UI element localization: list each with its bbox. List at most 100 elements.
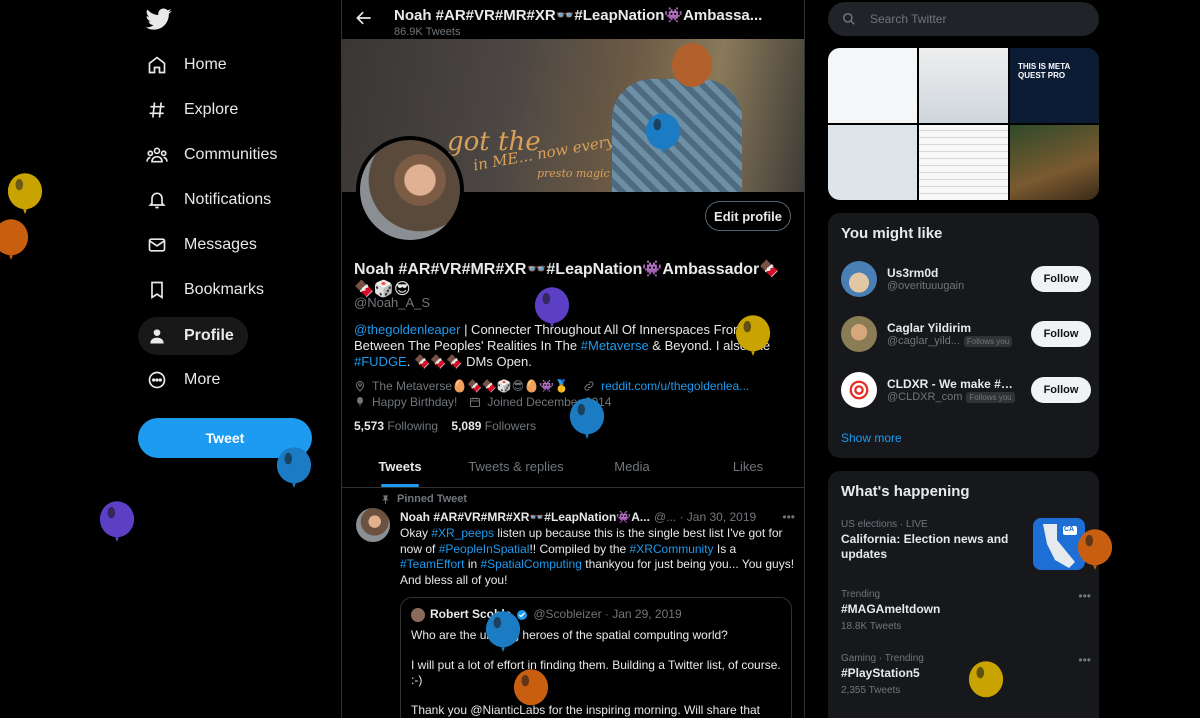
profile-header-bar: Noah #AR#VR#MR#XR👓#LeapNation👾Ambassa...… <box>342 0 804 40</box>
suggestion-name: Us3rm0d <box>887 266 939 280</box>
tweet-hashtag-link[interactable]: #TeamEffort <box>400 557 464 571</box>
suggestion-avatar <box>841 316 877 352</box>
nav-communities-label: Communities <box>184 146 278 163</box>
trend-count: 2,355 Tweets <box>841 685 901 696</box>
balloon-icon <box>276 447 312 489</box>
trend-title: California: Election news and updates <box>841 532 1009 561</box>
tweet-text-part: Okay <box>400 526 432 540</box>
profile-url-link[interactable]: reddit.com/u/thegoldenlea... <box>601 379 749 393</box>
follows-you-badge: Follows you <box>966 391 1015 403</box>
following-count: 5,573 <box>354 419 385 433</box>
media-thumb[interactable] <box>1010 125 1099 200</box>
nav-communities[interactable]: Communities <box>138 136 291 174</box>
media-thumb[interactable] <box>919 48 1008 123</box>
profile-meta-row-1: The Metaverse🥚🍫🍫🎲😎🥚👾🥇 reddit.com/u/thego… <box>354 379 749 393</box>
profile-media-grid[interactable]: THIS IS META QUEST PRO <box>828 48 1099 200</box>
trend-more-icon[interactable]: ••• <box>1078 589 1091 603</box>
nav-messages-label: Messages <box>184 236 257 253</box>
bio-mention-link[interactable]: @thegoldenleaper <box>354 322 460 337</box>
suggestion-item[interactable]: Us3rm0d @overituuugain Follow <box>841 259 1091 299</box>
trend-count: 18.8K Tweets <box>841 621 902 632</box>
tab-media[interactable]: Media <box>574 446 690 487</box>
banner-person-head <box>672 43 712 87</box>
tweet-header: Noah #AR#VR#MR#XR👓#LeapNation👾A... @... … <box>400 510 795 524</box>
suggestion-avatar <box>841 372 877 408</box>
following-label: Following <box>387 419 439 433</box>
balloon-icon <box>1077 529 1113 571</box>
nav-home[interactable]: Home <box>138 46 241 84</box>
pinned-label-row: Pinned Tweet <box>380 493 467 505</box>
more-circle-icon <box>146 369 168 391</box>
balloon-icon <box>7 173 43 215</box>
bio-text: . 🍫🍫🍫 DMs Open. <box>406 354 532 369</box>
media-thumb[interactable] <box>828 48 917 123</box>
balloon-icon <box>513 669 549 706</box>
profile-avatar[interactable] <box>356 136 464 244</box>
nav-explore[interactable]: Explore <box>138 91 252 129</box>
follow-button[interactable]: Follow <box>1031 321 1091 347</box>
pinned-label: Pinned Tweet <box>397 493 468 505</box>
back-arrow-icon[interactable] <box>354 8 374 28</box>
balloon-icon <box>569 398 605 440</box>
nav-more-label: More <box>184 371 221 388</box>
nav-home-label: Home <box>184 56 227 73</box>
calendar-icon <box>470 397 481 407</box>
tweet-text-part: in <box>464 557 481 571</box>
balloon-icon <box>485 611 521 653</box>
header-title: Noah #AR#VR#MR#XR👓#LeapNation👾Ambassa... <box>394 7 763 24</box>
whats-happening-title: What's happening <box>841 483 970 500</box>
banner-text-3: presto magic <box>537 167 610 180</box>
tweet-more-icon[interactable]: ••• <box>782 510 795 524</box>
trend-more-icon[interactable]: ••• <box>1078 653 1091 667</box>
twitter-logo-icon[interactable] <box>146 6 172 32</box>
suggestion-item[interactable]: Caglar Yildirim @caglar_yild... Follows y… <box>841 314 1091 354</box>
profile-location: The Metaverse🥚🍫🍫🎲😎🥚👾🥇 <box>372 379 570 393</box>
nav-explore-label: Explore <box>184 101 239 118</box>
who-to-follow-title: You might like <box>841 225 943 242</box>
tweet-hashtag-link[interactable]: #SpatialComputing <box>481 557 582 571</box>
trend-item[interactable]: US elections · LIVE California: Election… <box>841 519 1026 562</box>
nav-profile[interactable]: Profile <box>138 317 248 355</box>
quoted-meta: @Scobleizer · Jan 29, 2019 <box>533 607 682 621</box>
nav-more[interactable]: More <box>138 361 234 399</box>
tweet-hashtag-link[interactable]: #PeopleInSpatial <box>439 542 530 556</box>
followers-link[interactable]: 5,089 Followers <box>451 419 536 433</box>
tweet-hashtag-link[interactable]: #XRCommunity <box>630 542 714 556</box>
quoted-text-line: Thank you @NianticLabs for the inspiring… <box>411 703 761 717</box>
media-thumb[interactable] <box>828 125 917 200</box>
tab-likes[interactable]: Likes <box>690 446 804 487</box>
cldxr-logo-icon <box>849 380 869 400</box>
tab-tweets[interactable]: Tweets <box>342 446 458 487</box>
bio-hashtag-link[interactable]: #FUDGE <box>354 354 407 369</box>
tab-tweets-replies[interactable]: Tweets & replies <box>458 446 574 487</box>
quoted-avatar <box>411 607 425 622</box>
media-thumb[interactable]: THIS IS META QUEST PRO <box>1010 48 1099 123</box>
pin-icon <box>382 494 389 504</box>
edit-profile-button[interactable]: Edit profile <box>705 201 791 231</box>
tweet-hashtag-link[interactable]: #XR_peeps <box>431 526 494 540</box>
nav-notifications[interactable]: Notifications <box>138 181 285 219</box>
nav-bookmarks-label: Bookmarks <box>184 281 265 298</box>
trend-title: #MAGAmeltdown <box>841 602 941 616</box>
bell-icon <box>146 189 168 211</box>
whats-happening-card: What's happening US elections · LIVE Cal… <box>828 471 1099 718</box>
follows-you-badge: Follows you <box>963 335 1013 347</box>
profile-tabs: Tweets Tweets & replies Media Likes <box>342 446 804 488</box>
follow-button[interactable]: Follow <box>1031 266 1091 292</box>
tweet-avatar[interactable] <box>356 508 390 542</box>
tweet-text-part: !! Compiled by the <box>529 541 630 556</box>
nav-bookmarks[interactable]: Bookmarks <box>138 271 278 309</box>
bio-hashtag-link[interactable]: #Metaverse <box>581 338 649 353</box>
nav-messages[interactable]: Messages <box>138 226 271 264</box>
tweet-text: Okay #XR_peeps listen up because this is… <box>400 526 795 588</box>
following-link[interactable]: 5,573 Following <box>354 419 438 433</box>
quoted-tweet[interactable]: Robert Scoble @Scobleizer · Jan 29, 2019… <box>400 597 792 718</box>
media-thumb[interactable] <box>919 125 1008 200</box>
suggestion-item[interactable]: CLDXR - We make #X... @CLDXR_com Follows … <box>841 370 1091 410</box>
search-input[interactable]: Search Twitter <box>828 2 1099 36</box>
show-more-link[interactable]: Show more <box>841 431 902 445</box>
trend-item[interactable]: Gaming · Trending #PlayStation5 2,355 Tw… <box>841 653 1091 696</box>
tweet-author[interactable]: Noah #AR#VR#MR#XR👓#LeapNation👾A... <box>400 510 650 524</box>
follow-button[interactable]: Follow <box>1031 377 1091 403</box>
trend-item[interactable]: Trending #MAGAmeltdown 18.8K Tweets ••• <box>841 589 1091 632</box>
